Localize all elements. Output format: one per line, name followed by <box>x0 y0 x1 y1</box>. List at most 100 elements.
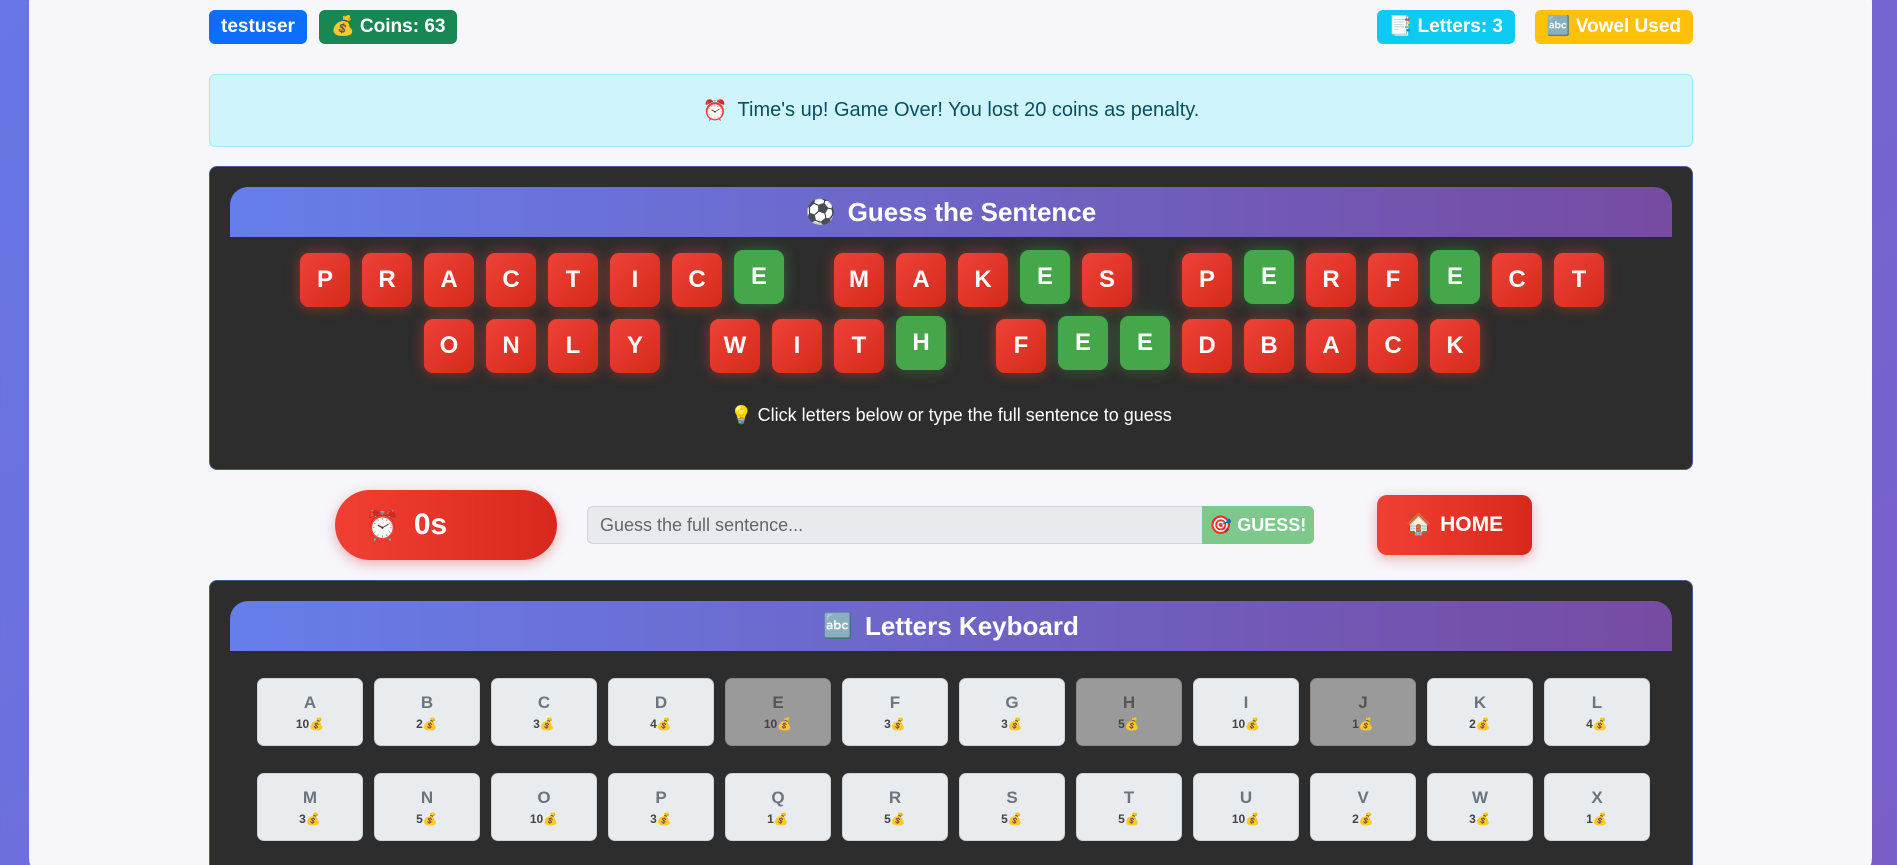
key-cost: 4💰 <box>609 717 713 731</box>
hidden-letter-tile: Y <box>610 319 660 373</box>
key-cost-value: 10 <box>529 812 544 826</box>
key-cost-value: 1 <box>767 812 774 826</box>
hidden-letter-tile: C <box>672 253 722 307</box>
hidden-letter-tile: M <box>834 253 884 307</box>
key-cost-value: 10 <box>1231 717 1246 731</box>
coin-bag-icon: 💰 <box>1124 717 1140 731</box>
key-cost: 1💰 <box>1545 812 1649 826</box>
hidden-letter-tile: D <box>1182 319 1232 373</box>
hidden-letter-tile: T <box>1554 253 1604 307</box>
key-letter: N <box>420 788 434 807</box>
letter-key-d[interactable]: D 4💰 <box>608 678 714 746</box>
key-letter: F <box>889 693 901 712</box>
key-letter: K <box>1473 693 1487 712</box>
key-cost-value: 4 <box>1586 717 1593 731</box>
key-cost: 5💰 <box>375 812 479 826</box>
letter-key-l[interactable]: L 4💰 <box>1544 678 1650 746</box>
key-cost-value: 5 <box>1001 812 1008 826</box>
letter-key-p[interactable]: P 3💰 <box>608 773 714 841</box>
key-cost: 5💰 <box>843 812 947 826</box>
key-cost: 5💰 <box>1077 717 1181 731</box>
key-letter: H <box>1122 693 1136 712</box>
key-cost: 2💰 <box>1311 812 1415 826</box>
key-letter: U <box>1239 788 1253 807</box>
key-letter: V <box>1357 788 1369 807</box>
letter-key-i[interactable]: I 10💰 <box>1193 678 1299 746</box>
key-cost-value: 10 <box>763 717 778 731</box>
puzzle-header: ⚽ Guess the Sentence <box>230 187 1672 237</box>
letter-key-f[interactable]: F 3💰 <box>842 678 948 746</box>
guess-sentence-input[interactable] <box>587 506 1203 544</box>
coin-bag-icon: 💰 <box>1358 717 1374 731</box>
key-letter: A <box>303 693 317 712</box>
key-letter: E <box>772 693 784 712</box>
revealed-letter-tile: E <box>1120 316 1170 370</box>
letter-key-n[interactable]: N 5💰 <box>374 773 480 841</box>
letter-key-e[interactable]: E 10💰 <box>725 678 831 746</box>
letter-key-u[interactable]: U 10💰 <box>1193 773 1299 841</box>
key-cost: 3💰 <box>843 717 947 731</box>
coin-bag-icon: 💰 <box>890 717 906 731</box>
hidden-letter-tile: S <box>1082 253 1132 307</box>
hidden-letter-tile: T <box>834 319 884 373</box>
key-letter: W <box>1471 788 1489 807</box>
key-cost-value: 2 <box>416 717 423 731</box>
game-controller-icon: ⚽ <box>805 198 836 226</box>
key-letter: P <box>655 788 667 807</box>
coin-bag-icon: 💰 <box>309 717 325 731</box>
hidden-letter-tile: A <box>1306 319 1356 373</box>
letter-key-a[interactable]: A 10💰 <box>257 678 363 746</box>
puzzle-title: Guess the Sentence <box>847 196 1097 227</box>
letter-key-q[interactable]: Q 1💰 <box>725 773 831 841</box>
key-cost-value: 3 <box>533 717 540 731</box>
coin-bag-icon: 💰 <box>1007 717 1023 731</box>
guess-button[interactable]: 🎯 GUESS! <box>1202 506 1314 544</box>
key-cost: 10💰 <box>1194 812 1298 826</box>
letter-key-c[interactable]: C 3💰 <box>491 678 597 746</box>
timer-value: 0s <box>413 508 448 541</box>
key-cost-value: 10 <box>295 717 310 731</box>
key-cost: 10💰 <box>492 812 596 826</box>
hint-text: 💡 Click letters below or type the full s… <box>730 405 1172 425</box>
key-cost: 1💰 <box>726 812 830 826</box>
hidden-letter-tile: A <box>424 253 474 307</box>
key-cost: 2💰 <box>375 717 479 731</box>
hidden-letter-tile: B <box>1244 319 1294 373</box>
key-letter: R <box>888 788 902 807</box>
alarm-clock-icon: ⏰ <box>702 100 728 122</box>
coin-bag-icon: 💰 <box>1475 717 1491 731</box>
letter-key-g[interactable]: G 3💰 <box>959 678 1065 746</box>
letter-key-j[interactable]: J 1💰 <box>1310 678 1416 746</box>
revealed-letter-tile: E <box>1020 250 1070 304</box>
hidden-letter-tile: P <box>300 253 350 307</box>
letter-key-h[interactable]: H 5💰 <box>1076 678 1182 746</box>
letter-key-k[interactable]: K 2💰 <box>1427 678 1533 746</box>
home-label: HOME <box>1440 513 1504 536</box>
letter-key-s[interactable]: S 5💰 <box>959 773 1065 841</box>
hidden-letter-tile: C <box>486 253 536 307</box>
letter-key-b[interactable]: B 2💰 <box>374 678 480 746</box>
key-cost: 10💰 <box>1194 717 1298 731</box>
letter-key-m[interactable]: M 3💰 <box>257 773 363 841</box>
key-cost: 3💰 <box>609 812 713 826</box>
letter-key-v[interactable]: V 2💰 <box>1310 773 1416 841</box>
coin-bag-icon: 💰 <box>1245 812 1261 826</box>
revealed-letter-tile: H <box>896 316 946 370</box>
puzzle-panel: ⚽ Guess the Sentence PRACTICEMAKESPERFEC… <box>209 166 1693 470</box>
letter-key-r[interactable]: R 5💰 <box>842 773 948 841</box>
hidden-letter-tile: C <box>1368 319 1418 373</box>
home-button[interactable]: 🏠 HOME <box>1377 495 1532 555</box>
revealed-letter-tile: E <box>734 250 784 304</box>
coin-bag-icon: 💰 <box>1245 717 1261 731</box>
key-cost: 4💰 <box>1545 717 1649 731</box>
key-cost-value: 1 <box>1586 812 1593 826</box>
key-letter: L <box>1591 693 1603 712</box>
coin-bag-icon: 💰 <box>1592 812 1608 826</box>
alert-message: Time's up! Game Over! You lost 20 coins … <box>737 99 1200 121</box>
letter-key-w[interactable]: W 3💰 <box>1427 773 1533 841</box>
letter-key-t[interactable]: T 5💰 <box>1076 773 1182 841</box>
key-cost-value: 2 <box>1469 717 1476 731</box>
key-cost-value: 1 <box>1352 717 1359 731</box>
letter-key-o[interactable]: O 10💰 <box>491 773 597 841</box>
letter-key-x[interactable]: X 1💰 <box>1544 773 1650 841</box>
